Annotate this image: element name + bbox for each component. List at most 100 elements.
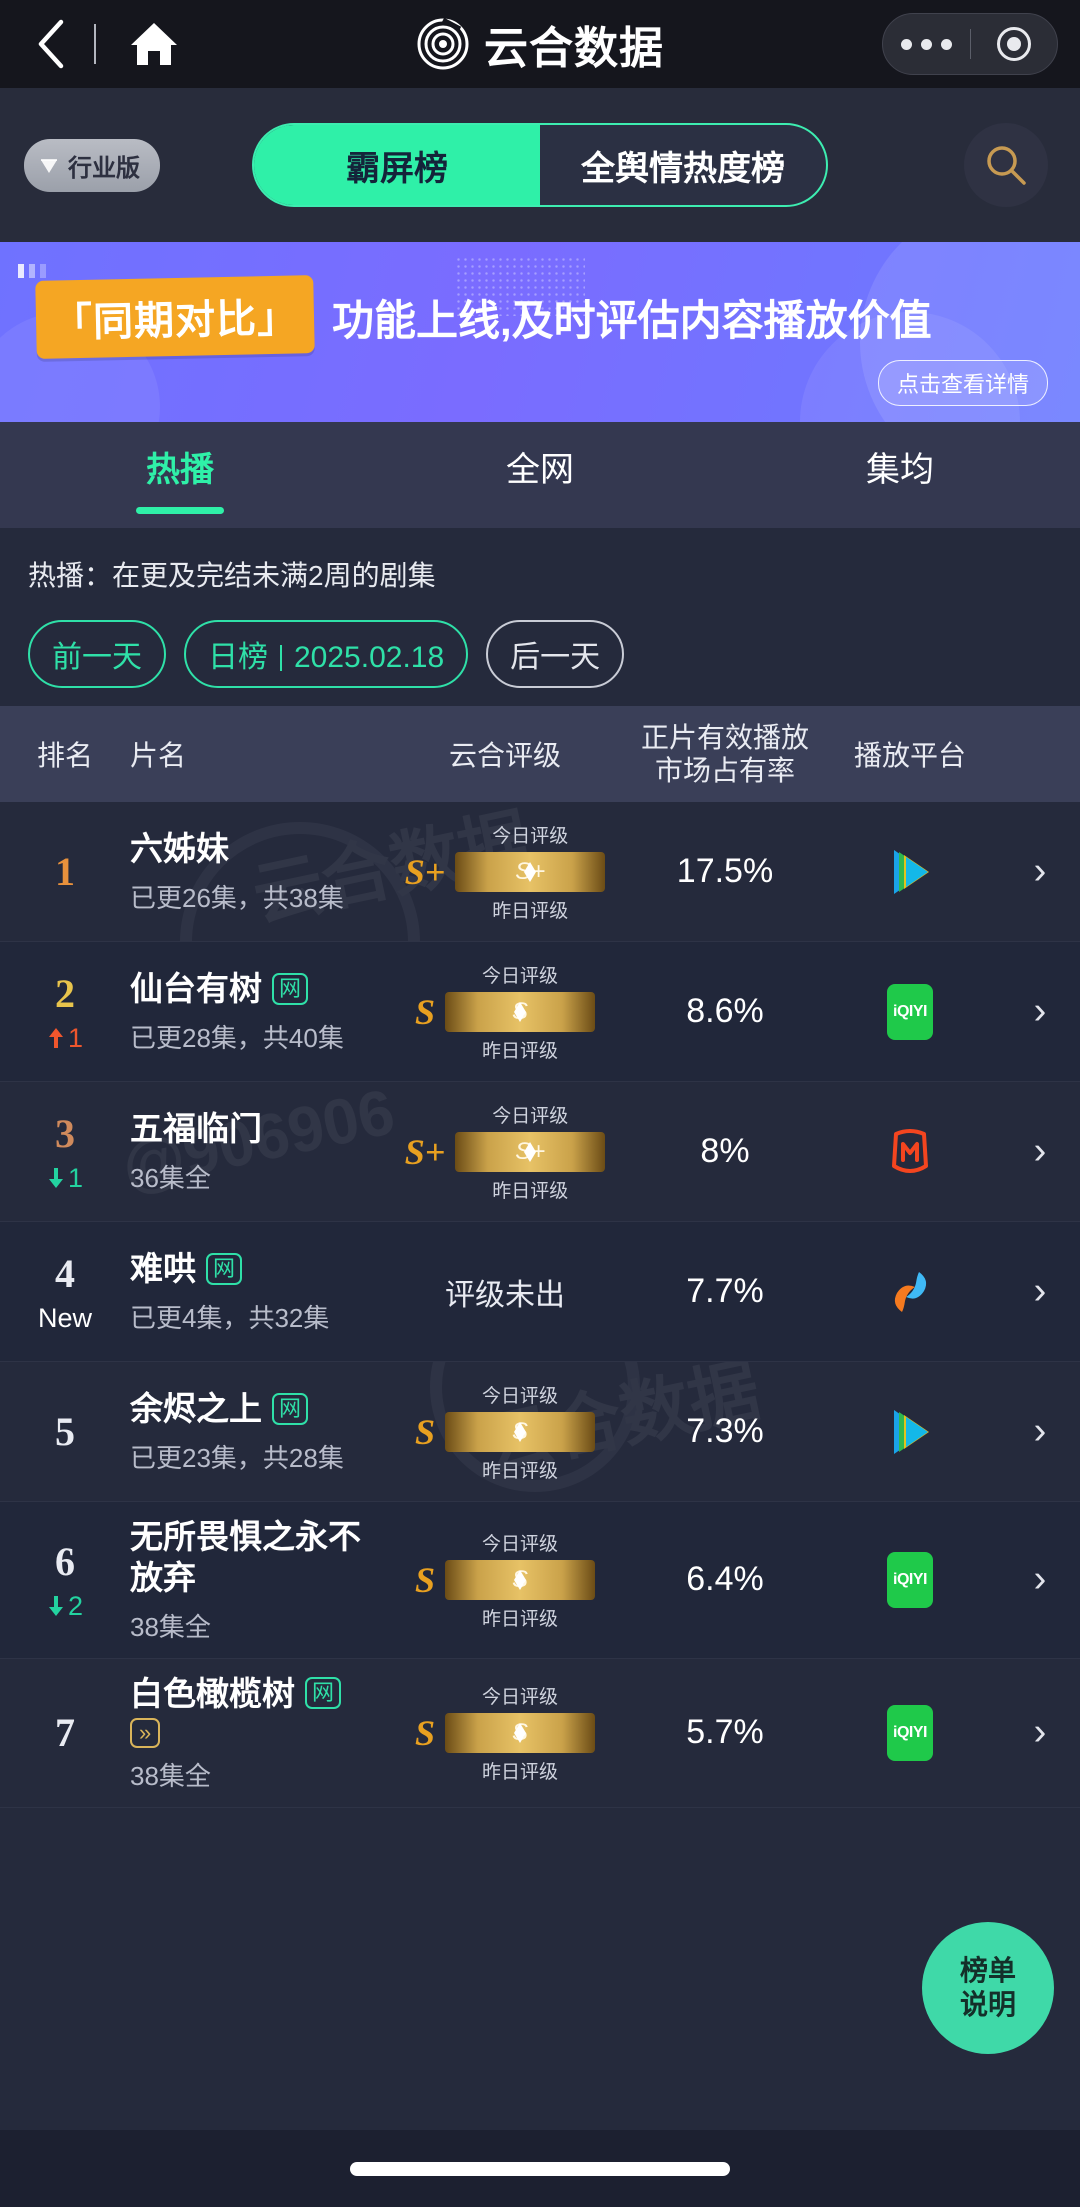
row-chevron-right-icon[interactable]: › xyxy=(1000,1270,1080,1313)
row-chevron-right-icon[interactable]: › xyxy=(1000,1410,1080,1453)
rating-comparison: 今日评级 S+ 昨日评级 xyxy=(455,821,606,923)
table-header: 排名 片名 云合评级 正片有效播放 市场占有率 播放平台 xyxy=(0,706,1080,802)
show-title: 难哄 xyxy=(130,1250,196,1288)
iqiyi-icon: iQIYI xyxy=(887,1704,933,1761)
target-circle-icon[interactable] xyxy=(971,27,1058,61)
row-chevron-right-icon[interactable]: › xyxy=(1000,1130,1080,1173)
table-row[interactable]: 3 1 五福临门 36集全 S+ 今日评级 S+ 昨日评级 8% › xyxy=(0,1082,1080,1222)
table-row[interactable]: 4 New 难哄网已更4集，共32集 评级未出 7.7% › xyxy=(0,1222,1080,1362)
tab-jijun-label: 集均 xyxy=(866,451,934,489)
show-title: 六姊妹 xyxy=(130,830,229,868)
rating-today-label: 今日评级 xyxy=(492,1105,569,1127)
market-share-value: 8.6% xyxy=(686,992,764,1030)
rating-bar: S+ xyxy=(455,851,606,892)
next-day-button[interactable]: 后一天 xyxy=(486,620,625,688)
platform-cell[interactable] xyxy=(820,846,1000,898)
rating-today-label: 今日评级 xyxy=(482,965,559,987)
table-row[interactable]: 7 白色橄榄树网 » 38集全 S 今日评级 S 昨日评级 5.7% iQIYI › xyxy=(0,1659,1080,1809)
header-rank: 排名 xyxy=(36,740,93,771)
youku-icon xyxy=(894,1271,927,1312)
tab-quanwang[interactable]: 全网 xyxy=(360,442,720,528)
segment-quanyuqing[interactable]: 全舆情热度榜 xyxy=(540,125,826,205)
fab-line1: 榜单 xyxy=(959,1954,1016,1986)
rating-yesterday-tick xyxy=(514,1421,527,1432)
show-title: 无所畏惧之永不放弃 xyxy=(130,1518,361,1597)
industry-edition-badge[interactable]: 行业版 xyxy=(24,138,160,192)
rating-comparison: 今日评级 S 昨日评级 xyxy=(445,1529,596,1631)
home-icon[interactable] xyxy=(126,16,182,72)
episode-info: 38集全 xyxy=(130,1611,211,1642)
rating-yesterday-tick xyxy=(524,861,537,872)
rank-change-down: 2 xyxy=(47,1591,83,1622)
banner-headline: 功能上线,及时评估内容播放价值 xyxy=(332,296,932,344)
app-screen: 云合数据 行业版 霸屏榜 全舆情热度榜 「同期对比」 功能上线,及时评估内容播放… xyxy=(0,0,1080,2207)
tencent-video-icon xyxy=(894,849,929,894)
date-range-chip[interactable]: 日榜 2025.02.18 xyxy=(184,620,469,688)
rating-bar: S+ xyxy=(455,1131,606,1172)
web-exclusive-badge: 网 xyxy=(305,1677,342,1709)
chevron-left-icon[interactable] xyxy=(24,18,76,70)
title-cell: 五福临门 36集全 xyxy=(130,1108,380,1194)
segment-bapingbang[interactable]: 霸屏榜 xyxy=(254,125,540,205)
filter-description: 热播：在更及完结未满2周的剧集 xyxy=(28,560,436,591)
brand-title: 云合数据 xyxy=(484,24,664,73)
rating-today-tick xyxy=(524,1151,537,1162)
sub-navigation: 行业版 霸屏榜 全舆情热度榜 xyxy=(0,88,1080,242)
rating-yesterday-label: 昨日评级 xyxy=(482,1040,559,1062)
date-value: 2025.02.18 xyxy=(294,641,445,674)
table-row[interactable]: 2 1 仙台有树网已更28集，共40集 S 今日评级 S 昨日评级 8.6% iQIYI › xyxy=(0,942,1080,1082)
title-cell: 白色橄榄树网 » 38集全 xyxy=(130,1673,380,1794)
tab-rebo[interactable]: 热播 xyxy=(0,442,360,528)
web-exclusive-badge: 网 xyxy=(272,973,309,1005)
rank-cell: 5 xyxy=(0,1408,130,1455)
platform-cell[interactable] xyxy=(820,1126,1000,1178)
prev-day-button[interactable]: 前一天 xyxy=(28,620,166,688)
row-chevron-right-icon[interactable]: › xyxy=(1000,1558,1080,1601)
rating-comparison: 今日评级 S 昨日评级 xyxy=(445,1682,596,1784)
ranking-segmented-control: 霸屏榜 全舆情热度榜 xyxy=(252,123,828,207)
platform-cell[interactable]: iQIYI xyxy=(820,1704,1000,1761)
market-share-value: 7.7% xyxy=(686,1272,764,1310)
market-share-value: 6.4% xyxy=(686,1560,764,1599)
title-cell: 无所畏惧之永不放弃 38集全 xyxy=(130,1516,380,1644)
rating-grade: S xyxy=(414,1712,436,1753)
rank-new-badge: New xyxy=(37,1302,92,1333)
rating-yesterday-label: 昨日评级 xyxy=(492,1180,569,1202)
search-icon[interactable] xyxy=(964,123,1048,207)
row-chevron-right-icon[interactable]: › xyxy=(1000,1711,1080,1754)
rating-yesterday-tick xyxy=(514,1722,527,1733)
ranking-explanation-button[interactable]: 榜单 说明 xyxy=(922,1922,1054,2054)
tab-jijun[interactable]: 集均 xyxy=(720,442,1080,528)
table-row[interactable]: 1 六姊妹 已更26集，共38集 S+ 今日评级 S+ 昨日评级 17.5% › xyxy=(0,802,1080,942)
rating-cell: S 今日评级 S 昨日评级 xyxy=(380,1682,630,1784)
promo-banner[interactable]: 「同期对比」 功能上线,及时评估内容播放价值 点击查看详情 xyxy=(0,242,1080,422)
rating-cell: S 今日评级 S 昨日评级 xyxy=(380,961,630,1063)
episode-info: 已更23集，共28集 xyxy=(130,1442,344,1473)
web-exclusive-badge: 网 xyxy=(206,1253,243,1285)
platform-cell[interactable] xyxy=(820,1406,1000,1458)
episode-info: 38集全 xyxy=(130,1761,211,1792)
rating-grade: S xyxy=(414,1559,436,1600)
header-share-line2: 市场占有率 xyxy=(654,755,795,786)
row-chevron-right-icon[interactable]: › xyxy=(1000,850,1080,893)
rank-number: 7 xyxy=(55,1710,75,1756)
rank-number: 6 xyxy=(55,1538,75,1584)
platform-cell[interactable]: iQIYI xyxy=(820,1551,1000,1608)
rating-yesterday-tick xyxy=(524,1141,537,1152)
rating-grade: S xyxy=(414,1411,436,1452)
tencent-video-icon xyxy=(894,1409,929,1454)
row-chevron-right-icon[interactable]: › xyxy=(1000,990,1080,1033)
table-row[interactable]: 6 2 无所畏惧之永不放弃 38集全 S 今日评级 S 昨日评级 6.4% iQIYI › xyxy=(0,1502,1080,1659)
header-title: 片名 xyxy=(130,740,187,771)
table-row[interactable]: 5 余烬之上网已更23集，共28集 S 今日评级 S 昨日评级 7.3% › xyxy=(0,1362,1080,1502)
more-dots-icon[interactable] xyxy=(883,38,970,50)
rating-yesterday-label: 昨日评级 xyxy=(482,1460,559,1482)
platform-cell[interactable]: iQIYI xyxy=(820,983,1000,1040)
platform-cell[interactable] xyxy=(820,1266,1000,1318)
title-cell: 难哄网已更4集，共32集 xyxy=(130,1248,380,1334)
rating-today-tick xyxy=(514,1011,527,1022)
banner-cta-button[interactable]: 点击查看详情 xyxy=(877,360,1048,406)
rating-today-label: 今日评级 xyxy=(482,1385,559,1407)
diamond-icon xyxy=(41,159,57,173)
rank-cell: 1 xyxy=(0,848,130,895)
